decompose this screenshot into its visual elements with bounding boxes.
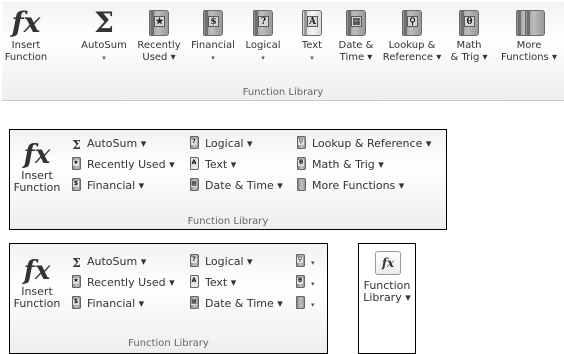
insert-function-button[interactable]: fx Insert Function [4,2,48,64]
date-time-button[interactable]: ▦ Date & Time ▾ [188,178,283,194]
autosum-button[interactable]: Σ AutoSum ▾ [70,136,146,152]
more-books-icon [295,178,308,191]
group-title: Function Library [128,338,209,349]
insert-function-button[interactable]: fx Insert Function [12,256,62,310]
function-library-collapsed-button[interactable]: fx Function Library ▾ [358,243,416,354]
lookup-reference-button[interactable]: ⚲ ▾ [294,254,315,271]
logical-button[interactable]: ? Logical ▾ [188,254,253,270]
collapsed-label-line2: Library ▾ [363,291,411,304]
sigma-icon: Σ [72,138,81,152]
date-book-icon: ▦ [188,178,201,191]
group-title: Function Library [242,87,324,98]
star-book-icon: ★ [70,275,83,288]
logical-button[interactable]: ? Logical ▾ [188,136,253,152]
function-library-group-large: fx Insert Function Σ AutoSum ▾ ★ Recentl… [2,2,564,101]
insert-function-button[interactable]: fx Insert Function [12,140,62,194]
text-book-icon: A [188,157,201,170]
function-library-group-medium: fx Insert Function Σ AutoSum ▾ ★ Recently … [9,129,447,230]
lookup-book-icon: ⚲ [397,8,427,38]
financial-button[interactable]: $ Financial ▾ [70,178,144,194]
financial-book-icon: $ [70,178,83,191]
logical-button[interactable]: ? Logical ▾ [240,2,286,64]
financial-book-icon: $ [198,8,228,38]
recently-used-button[interactable]: ★ Recently Used ▾ [70,157,175,173]
more-books-icon [514,8,545,38]
logical-book-icon: ? [188,136,201,149]
recently-used-button[interactable]: ★ Recently Used ▾ [70,275,175,291]
more-functions-button[interactable]: More Functions ▾ [295,178,404,194]
function-library-group-small: fx Insert Function Σ AutoSum ▾ ★ Recently … [9,243,328,354]
more-functions-button[interactable]: More Functions ▾ [496,2,562,64]
fx-icon: fx [23,140,51,170]
date-book-icon: ▦ [188,296,201,309]
autosum-button[interactable]: Σ AutoSum ▾ [70,254,146,270]
star-book-icon: ★ [144,8,174,38]
lookup-book-icon: ⚲ [294,254,307,267]
group-title: Function Library [187,216,269,227]
lookup-book-icon: ⚲ [295,136,308,149]
text-button[interactable]: A Text ▾ [188,275,236,291]
autosum-button[interactable]: Σ AutoSum ▾ [76,2,132,64]
date-time-button[interactable]: ▦ Date & Time ▾ [334,2,378,64]
lookup-reference-button[interactable]: ⚲ Lookup & Reference ▾ [380,2,444,64]
logical-book-icon: ? [188,254,201,267]
more-books-icon [294,296,307,309]
sigma-icon: Σ [94,6,114,39]
math-book-icon: θ [295,157,308,170]
math-trig-button[interactable]: θ ▾ [294,275,315,292]
text-book-icon: A [297,8,327,38]
math-trig-button[interactable]: θ Math & Trig ▾ [444,2,494,64]
fx-icon: fx [11,6,41,39]
recently-used-button[interactable]: ★ Recently Used ▾ [132,2,186,64]
financial-button[interactable]: $ Financial ▾ [70,296,144,312]
star-book-icon: ★ [70,157,83,170]
sigma-icon: Σ [72,256,81,270]
logical-book-icon: ? [248,8,278,38]
math-book-icon: θ [454,8,484,38]
more-functions-button[interactable]: ▾ [294,296,315,313]
date-time-button[interactable]: ▦ Date & Time ▾ [188,296,283,312]
date-book-icon: ▦ [341,8,371,38]
math-trig-button[interactable]: θ Math & Trig ▾ [295,157,384,173]
fx-icon: fx [375,251,401,275]
text-button[interactable]: A Text ▾ [292,2,332,64]
fx-icon: fx [23,256,51,286]
math-book-icon: θ [294,275,307,288]
lookup-reference-button[interactable]: ⚲ Lookup & Reference ▾ [295,136,431,152]
text-button[interactable]: A Text ▾ [188,157,236,173]
text-book-icon: A [188,275,201,288]
financial-book-icon: $ [70,296,83,309]
financial-button[interactable]: $ Financial ▾ [186,2,240,64]
